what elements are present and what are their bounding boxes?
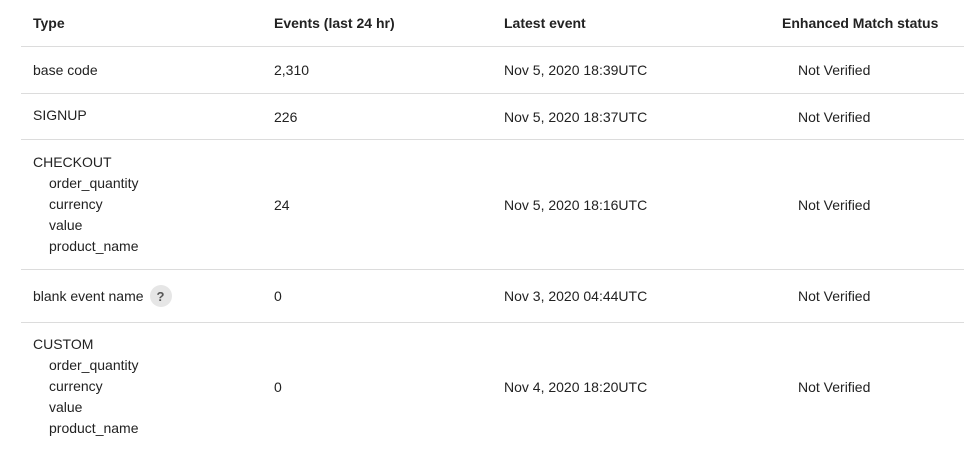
latest-event: Nov 5, 2020 18:37UTC (504, 108, 648, 125)
latest-event: Nov 5, 2020 18:39UTC (504, 62, 648, 78)
type-cell: CHECKOUT order_quantity currency value p… (21, 140, 274, 269)
table-row: blank event name ? 0 Nov 3, 2020 04:44UT… (21, 270, 964, 323)
match-status: Not Verified (798, 288, 871, 304)
events-count: 0 (274, 288, 282, 304)
match-status: Not Verified (798, 378, 871, 395)
latest-event: Nov 3, 2020 04:44UTC (504, 288, 648, 304)
events-count: 24 (274, 196, 290, 213)
events-count: 2,310 (274, 62, 310, 78)
event-type-name: CHECKOUT (33, 154, 112, 170)
latest-event: Nov 4, 2020 18:20UTC (504, 378, 648, 395)
event-param: value (49, 399, 83, 415)
table-header: Type Events (last 24 hr) Latest event En… (21, 0, 964, 47)
type-cell: CUSTOM order_quantity currency value pro… (21, 323, 274, 450)
match-status: Not Verified (798, 62, 871, 78)
event-type-name-wrapper: blank event name ? (33, 285, 172, 307)
latest-event: Nov 5, 2020 18:16UTC (504, 196, 648, 213)
table-row: CUSTOM order_quantity currency value pro… (21, 323, 964, 450)
events-table: Type Events (last 24 hr) Latest event En… (21, 0, 964, 450)
event-param: currency (49, 196, 103, 212)
event-param: currency (49, 378, 103, 394)
type-cell: base code (21, 47, 274, 93)
question-mark-icon[interactable]: ? (149, 285, 172, 307)
event-param: product_name (49, 238, 139, 254)
header-events: Events (last 24 hr) (274, 15, 395, 31)
event-param: product_name (49, 420, 139, 436)
event-param: value (49, 217, 83, 233)
match-status: Not Verified (798, 108, 871, 125)
table-row: CHECKOUT order_quantity currency value p… (21, 140, 964, 270)
event-param: order_quantity (49, 357, 139, 373)
header-type: Type (33, 15, 65, 31)
table-row: base code 2,310 Nov 5, 2020 18:39UTC Not… (21, 47, 964, 94)
events-count: 226 (274, 108, 298, 125)
events-count: 0 (274, 378, 282, 395)
event-param: order_quantity (49, 175, 139, 191)
table-row: SIGNUP 226 Nov 5, 2020 18:37UTC Not Veri… (21, 94, 964, 140)
event-type-name: SIGNUP (33, 107, 87, 123)
type-cell: SIGNUP (21, 94, 274, 139)
match-status: Not Verified (798, 196, 871, 213)
header-enhanced-match-status: Enhanced Match status (782, 15, 939, 31)
type-cell: blank event name ? (21, 270, 274, 322)
event-type-name: blank event name (33, 287, 144, 304)
event-type-name: CUSTOM (33, 336, 94, 352)
event-type-name: base code (33, 62, 98, 78)
header-latest-event: Latest event (504, 15, 586, 31)
